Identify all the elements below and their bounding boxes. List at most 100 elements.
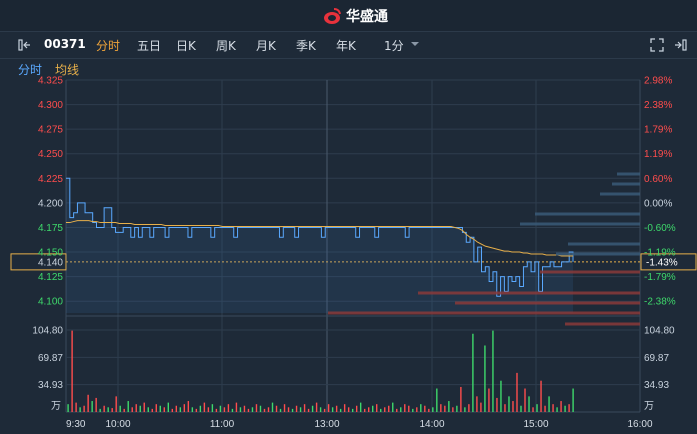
volume-bar: [488, 388, 490, 412]
volume-bar: [556, 407, 558, 412]
volume-bar: [524, 388, 526, 412]
volume-bar: [452, 407, 454, 412]
volume-bar: [239, 407, 242, 412]
y-tick-right: -1.79%: [644, 272, 676, 283]
vol-unit-right: 万: [644, 401, 654, 412]
volume-bar: [299, 407, 302, 412]
volume-bar: [187, 401, 190, 412]
vol-tick-right: 69.87: [644, 353, 669, 364]
volume-bar: [472, 333, 474, 412]
volume-bar: [376, 404, 378, 412]
volume-bar: [99, 408, 101, 412]
volume-bar: [468, 404, 470, 412]
intraday-chart: 4.140 -1.43% 4.325 2.98% 4.300 2.38% 4.275 1.7…: [10, 76, 697, 430]
vol-tick-right: 34.93: [644, 380, 669, 391]
depth-bar: [455, 301, 640, 305]
volume-bar: [279, 408, 282, 412]
volume-bar: [243, 405, 246, 412]
volume-bar: [504, 404, 506, 412]
depth-bar: [418, 291, 640, 295]
depth-bar: [568, 242, 640, 246]
volume-bar: [384, 407, 386, 412]
volume-bar: [219, 405, 222, 412]
current-price-label: 4.140: [38, 257, 63, 268]
x-tick: 13:00: [314, 419, 339, 430]
volume-bar: [331, 407, 334, 412]
volume-bar: [207, 407, 210, 412]
volume-bar: [295, 405, 298, 412]
y-tick-left: 4.100: [38, 297, 63, 308]
volume-bar: [111, 408, 113, 412]
volume-bar: [536, 404, 538, 412]
volume-bar: [251, 407, 254, 412]
volume-bar: [95, 397, 97, 412]
volume-bar: [143, 402, 145, 412]
volume-bar: [412, 408, 414, 412]
y-tick-right: -2.38%: [644, 297, 676, 308]
volume-bar: [416, 407, 418, 412]
volume-bar: [464, 407, 466, 412]
volume-bar: [291, 408, 294, 412]
volume-bar: [444, 405, 446, 412]
volume-bar: [83, 405, 85, 412]
vol-unit-left: 万: [51, 401, 61, 412]
x-tick: 16:00: [627, 419, 652, 430]
volume-bar: [303, 404, 306, 412]
volume-bar: [355, 405, 358, 412]
volume-bar: [211, 404, 214, 412]
depth-bar: [535, 212, 640, 216]
volume-bar: [103, 405, 105, 412]
volume-bar: [339, 408, 342, 412]
y-tick-right: 0.60%: [644, 174, 672, 185]
volume-bar: [564, 405, 566, 412]
volume-bar: [267, 407, 270, 412]
volume-bar: [460, 386, 462, 412]
depth-bar: [612, 182, 640, 186]
volume-bar: [67, 404, 69, 412]
volume-bar: [203, 402, 206, 412]
vol-tick-left: 69.87: [38, 353, 63, 364]
volume-bar: [155, 404, 157, 412]
volume-bar: [335, 405, 338, 412]
depth-bar: [328, 311, 640, 315]
y-tick-right: 0.00%: [644, 198, 672, 209]
volume-bar: [79, 407, 81, 412]
volume-bar: [540, 380, 542, 412]
depth-bar: [556, 252, 640, 256]
volume-bar: [107, 407, 109, 412]
volume-bar: [275, 405, 278, 412]
y-tick-left: 4.175: [38, 223, 63, 234]
volume-bar: [163, 407, 165, 412]
volume-bar: [548, 396, 550, 412]
volume-bar: [532, 407, 534, 412]
volume-bar: [516, 372, 518, 412]
volume-bar: [87, 394, 89, 412]
volume-bar: [175, 405, 178, 412]
y-tick-right: 1.19%: [644, 149, 672, 160]
depth-bar: [617, 172, 640, 176]
x-tick: 11:00: [210, 419, 235, 430]
volume-bar: [235, 402, 238, 412]
volume-bar: [492, 330, 494, 412]
volume-bar: [255, 404, 258, 412]
x-tick: 9:30: [66, 419, 86, 430]
volume-bar: [123, 408, 125, 412]
volume-bar: [75, 402, 77, 412]
volume-bar: [319, 407, 322, 412]
volume-bar: [71, 330, 73, 412]
volume-bar: [263, 408, 266, 412]
volume-bar: [400, 407, 402, 412]
y-tick-right: -0.60%: [644, 223, 676, 234]
volume-bar: [215, 408, 218, 412]
volume-bar: [135, 404, 137, 412]
volume-bar: [223, 407, 226, 412]
x-tick: 10:00: [105, 419, 130, 430]
depth-bar: [540, 270, 640, 274]
volume-bar: [307, 408, 310, 412]
volume-bar: [311, 405, 314, 412]
volume-bar: [247, 408, 250, 412]
volume-bar: [424, 405, 426, 412]
volume-bar: [508, 396, 510, 412]
vol-tick-left: 34.93: [38, 380, 63, 391]
y-tick-left: 4.325: [38, 76, 63, 87]
